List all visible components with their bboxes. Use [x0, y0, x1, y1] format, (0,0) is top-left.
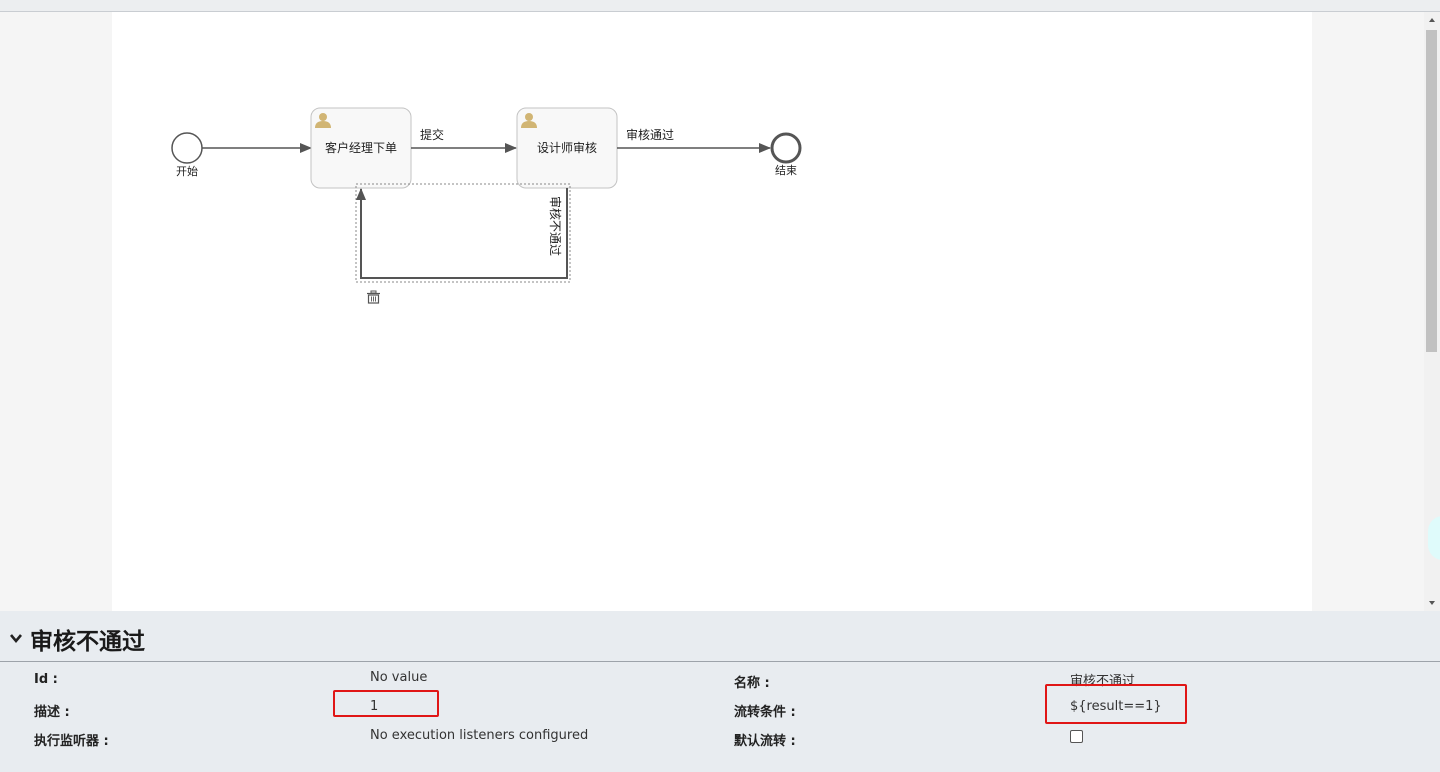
property-panel-title: 审核不通过 — [30, 629, 145, 655]
property-panel: 审核不通过 Id : No value 名称 : 审核不通过 描述 : 1 流转… — [0, 611, 1440, 772]
description-highlight-box — [333, 690, 439, 717]
scroll-up-arrow-icon[interactable] — [1424, 14, 1440, 26]
property-panel-header[interactable]: 审核不通过 — [0, 611, 1440, 662]
start-event-label: 开始 — [176, 164, 198, 178]
id-label: Id : — [34, 672, 58, 687]
description-label: 描述 : — [34, 705, 70, 720]
floating-helper-bubble[interactable] — [1428, 516, 1440, 560]
start-event[interactable] — [171, 132, 203, 164]
scroll-down-arrow-icon[interactable] — [1424, 597, 1440, 609]
condition-value[interactable]: ${result==1} — [1070, 699, 1162, 714]
flow-submit-label: 提交 — [420, 127, 444, 142]
id-value[interactable]: No value — [370, 670, 427, 685]
task2-label: 设计师审核 — [537, 140, 597, 155]
default-flow-checkbox[interactable] — [1070, 730, 1083, 743]
default-flow-label: 默认流转 : — [734, 734, 796, 749]
bpmn-diagram[interactable]: 开始 客户经理下单 提交 设计师审核 审核通过 结束 审核不通过 — [0, 0, 1424, 611]
end-event[interactable] — [770, 132, 802, 164]
flow-reject-label: 审核不通过 — [548, 196, 563, 256]
chevron-down-icon[interactable] — [9, 631, 23, 645]
name-label: 名称 : — [734, 676, 770, 691]
scrollbar-thumb[interactable] — [1426, 30, 1437, 352]
execution-listeners-label: 执行监听器 : — [34, 734, 109, 749]
end-event-label: 结束 — [775, 164, 797, 177]
flow-reject-selected[interactable] — [355, 183, 571, 283]
task1-label: 客户经理下单 — [325, 140, 397, 155]
description-value[interactable]: 1 — [370, 699, 378, 714]
flow-approve-label: 审核通过 — [626, 127, 674, 142]
execution-listeners-value[interactable]: No execution listeners configured — [370, 728, 588, 743]
trash-icon[interactable] — [366, 290, 380, 304]
condition-label: 流转条件 : — [734, 705, 796, 720]
